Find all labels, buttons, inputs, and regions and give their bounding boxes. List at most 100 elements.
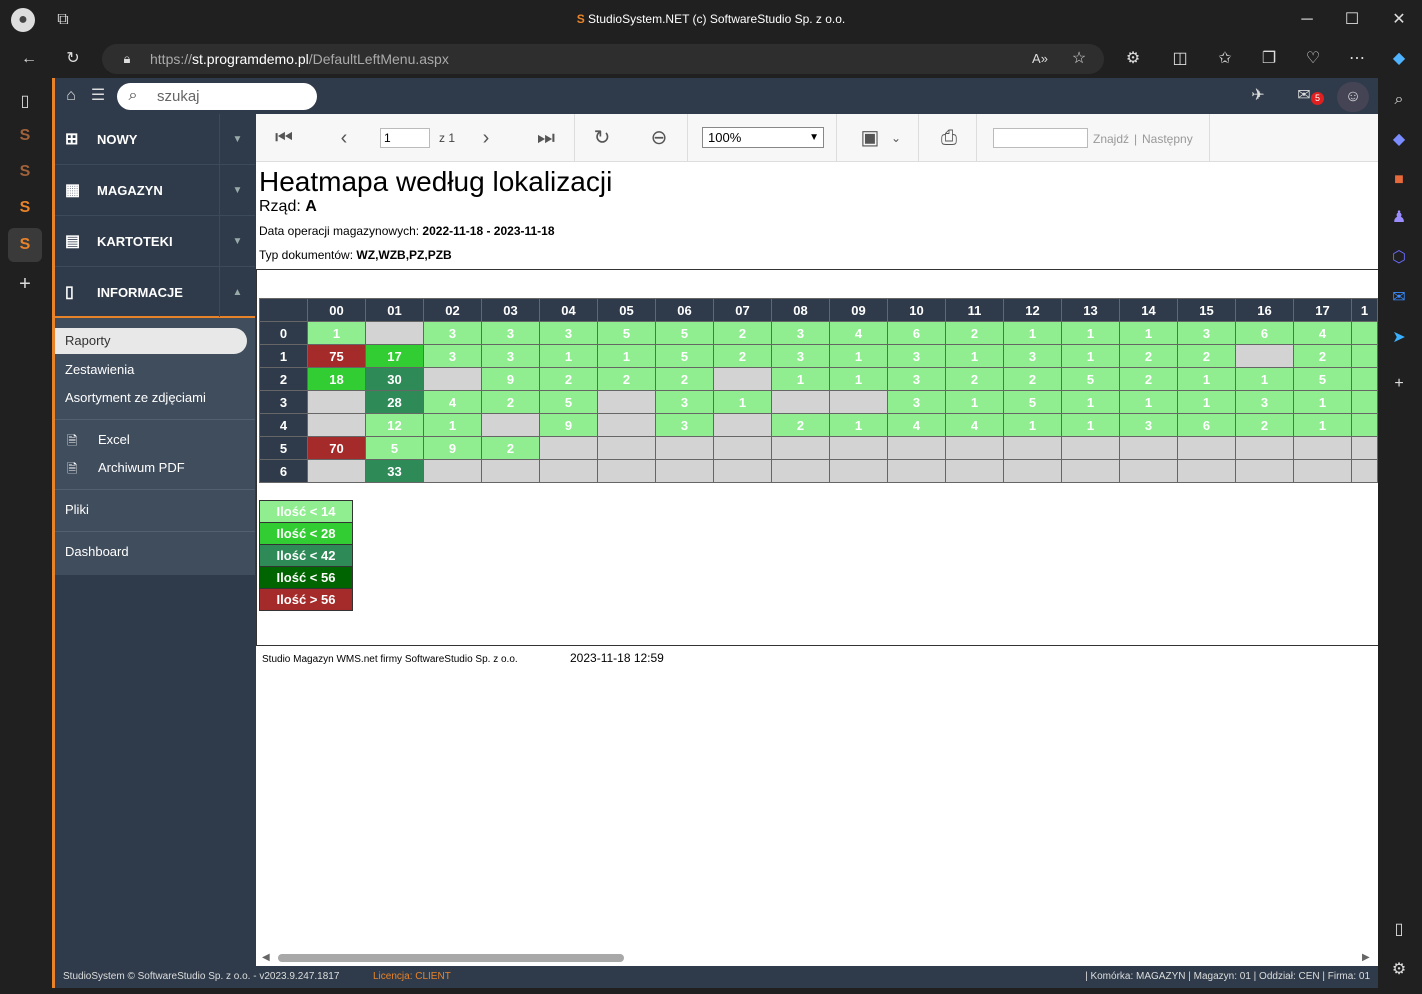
- heatmap-cell: 28: [365, 390, 424, 414]
- plane-icon[interactable]: ✈: [1247, 86, 1269, 106]
- settings-icon[interactable]: ⚙: [1388, 960, 1410, 980]
- back-icon[interactable]: ←: [18, 49, 40, 69]
- submenu-pdf[interactable]: Archiwum PDF: [98, 460, 185, 475]
- user-icon[interactable]: ☺: [1337, 82, 1369, 112]
- games-icon[interactable]: ♟: [1388, 208, 1410, 228]
- scroll-left-icon[interactable]: ◀: [262, 952, 270, 963]
- tab-s-icon[interactable]: S: [14, 162, 36, 182]
- favorite-icon[interactable]: ☆: [1068, 49, 1090, 69]
- back-arrow-icon[interactable]: ⊖: [645, 124, 673, 152]
- favorites-icon[interactable]: ✩: [1214, 49, 1236, 69]
- heatmap-cell: 3: [423, 344, 482, 368]
- tab-s-icon[interactable]: S: [14, 198, 36, 218]
- submenu-zestawienia[interactable]: Zestawienia: [65, 362, 134, 377]
- split-screen-icon[interactable]: ◫: [1169, 49, 1191, 69]
- copilot-icon[interactable]: ◆: [1388, 49, 1410, 69]
- heatmap-cell: [1351, 321, 1378, 345]
- row-header: 6: [259, 459, 308, 483]
- menu-toggle-icon[interactable]: ☰: [87, 86, 109, 106]
- legend-item: Ilość > 56: [259, 588, 353, 611]
- heatmap-cell: [713, 367, 772, 391]
- column-header: 15: [1177, 298, 1236, 322]
- menu-nowy[interactable]: ⊞ NOWY ▼: [55, 114, 255, 165]
- submenu-asortyment[interactable]: Asortyment ze zdjęciami: [65, 390, 206, 405]
- add-icon[interactable]: +: [1388, 374, 1410, 394]
- tab-actions-icon[interactable]: ▯: [14, 92, 36, 112]
- menu-informacje[interactable]: ▯ INFORMACJE ▲: [55, 267, 255, 318]
- last-page-icon[interactable]: ⏭: [532, 124, 560, 152]
- heatmap-cell: 2: [481, 436, 540, 460]
- lock-icon[interactable]: 🔒︎: [116, 49, 138, 69]
- report-viewer: ⏮ ‹ z 1 › ⏭ ↻ ⊖ 100% ▼ ▣ ⌄ ⎙ Znajdź | Nas…: [256, 114, 1378, 966]
- column-header: 04: [539, 298, 598, 322]
- find-input[interactable]: [993, 128, 1088, 148]
- chevron-down-icon[interactable]: ⌄: [882, 124, 910, 152]
- heatmap-cell: [1061, 436, 1120, 460]
- heatmap-cell: 18: [307, 367, 366, 391]
- new-tab-icon[interactable]: +: [14, 274, 36, 294]
- heatmap-cell: 4: [887, 413, 946, 437]
- horizontal-scrollbar[interactable]: [278, 954, 624, 962]
- next-page-icon[interactable]: ›: [472, 124, 500, 152]
- read-aloud-icon[interactable]: A»: [1029, 49, 1051, 69]
- extensions-icon[interactable]: ⚙: [1122, 49, 1144, 69]
- shopping-icon[interactable]: ◆: [1388, 130, 1410, 150]
- separator: [976, 114, 977, 162]
- office-icon[interactable]: ⬡: [1388, 248, 1410, 268]
- close-icon[interactable]: ✕: [1388, 10, 1410, 30]
- maximize-icon[interactable]: ☐: [1341, 10, 1363, 30]
- column-header: 16: [1235, 298, 1294, 322]
- heatmap-cell: 3: [1235, 390, 1294, 414]
- address-bar[interactable]: https://st.programdemo.pl/DefaultLeftMen…: [102, 44, 1104, 74]
- scroll-right-icon[interactable]: ▶: [1362, 952, 1370, 963]
- column-header: 17: [1293, 298, 1352, 322]
- sidebar-toggle-icon[interactable]: ▯: [1388, 920, 1410, 940]
- submenu-excel[interactable]: Excel: [98, 432, 130, 447]
- legend-item: Ilość < 14: [259, 500, 353, 523]
- heatmap-cell: 1: [1119, 321, 1178, 345]
- find-next-link[interactable]: Następny: [1142, 132, 1193, 146]
- print-icon[interactable]: ⎙: [935, 124, 963, 152]
- heatmap-cell: 70: [307, 436, 366, 460]
- tab-s-icon[interactable]: S: [14, 126, 36, 146]
- chevron-down-icon[interactable]: ▼: [219, 165, 255, 215]
- home-icon[interactable]: ⌂: [60, 86, 82, 106]
- zoom-select[interactable]: 100% ▼: [702, 127, 824, 148]
- send-icon[interactable]: ➤: [1388, 328, 1410, 348]
- search-icon[interactable]: ⌕: [1388, 90, 1410, 110]
- submenu-pliki[interactable]: Pliki: [65, 502, 89, 517]
- menu-magazyn[interactable]: ▦ MAGAZYN ▼: [55, 165, 255, 216]
- page-input[interactable]: [380, 128, 430, 148]
- save-icon[interactable]: ▣: [856, 124, 884, 152]
- heatmap-cell: 2: [945, 321, 1004, 345]
- chevron-down-icon[interactable]: ▼: [219, 216, 255, 266]
- menu-kartoteki[interactable]: ▤ KARTOTEKI ▼: [55, 216, 255, 267]
- outlook-icon[interactable]: ✉: [1388, 288, 1410, 308]
- heatmap-cell: [1177, 459, 1236, 483]
- refresh-icon[interactable]: ↻: [62, 49, 84, 69]
- health-icon[interactable]: ♡: [1302, 49, 1324, 69]
- submenu-dashboard[interactable]: Dashboard: [65, 544, 129, 559]
- heatmap-cell: [1003, 459, 1062, 483]
- tab-s-icon-active[interactable]: S: [8, 228, 42, 262]
- heatmap-cell: 5: [1293, 367, 1352, 391]
- refresh-icon[interactable]: ↻: [588, 124, 616, 152]
- submenu-raporty[interactable]: Raporty: [55, 328, 247, 354]
- collections-icon[interactable]: ❐: [1258, 49, 1280, 69]
- heatmap-cell: [829, 436, 888, 460]
- search-input[interactable]: szukaj: [117, 83, 317, 110]
- more-icon[interactable]: ⋯: [1346, 49, 1368, 69]
- first-page-icon[interactable]: ⏮: [270, 124, 298, 152]
- minimize-icon[interactable]: ─: [1296, 10, 1318, 30]
- heatmap-cell: [771, 436, 830, 460]
- chevron-down-icon[interactable]: ▼: [219, 114, 255, 164]
- heatmap-cell: [307, 413, 366, 437]
- column-header: 1: [1351, 298, 1378, 322]
- chevron-up-icon[interactable]: ▲: [219, 267, 255, 317]
- menu-label: KARTOTEKI: [97, 234, 173, 249]
- tools-icon[interactable]: ■: [1388, 170, 1410, 190]
- heatmap-cell: 30: [365, 367, 424, 391]
- find-link[interactable]: Znajdź: [1093, 132, 1129, 146]
- heatmap-cell: 1: [945, 390, 1004, 414]
- prev-page-icon[interactable]: ‹: [330, 124, 358, 152]
